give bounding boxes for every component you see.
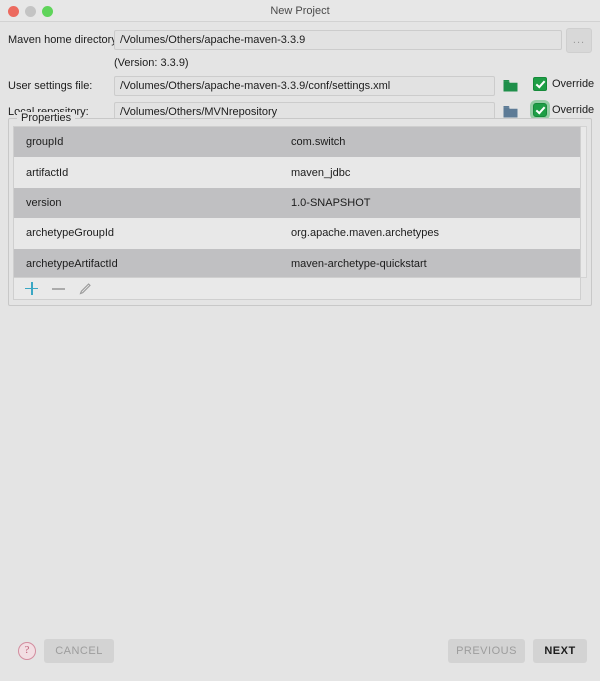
property-key: archetypeArtifactId xyxy=(26,257,118,270)
dialog-footer: ? CANCEL PREVIOUS NEXT xyxy=(0,630,600,681)
properties-table[interactable]: groupId com.switch artifactId maven_jdbcver… xyxy=(13,126,581,278)
window-title: New Project xyxy=(270,5,330,17)
property-value: maven-archetype-quickstart xyxy=(291,257,427,270)
maven-home-browse-button[interactable]: ... xyxy=(566,28,592,53)
user-settings-file-label: User settings file: xyxy=(8,80,93,92)
property-value: com.switch xyxy=(291,136,346,149)
property-value: maven_jdbc xyxy=(291,166,351,179)
properties-legend: Properties xyxy=(17,112,76,124)
properties-table-row[interactable]: groupId com.switch xyxy=(14,127,580,158)
properties-group-box: Properties groupId com.switch artifactId ma… xyxy=(8,112,592,306)
window-title-bar: New Project xyxy=(0,0,600,22)
properties-table-row[interactable]: archetypeGroupId org.apache.maven.archety… xyxy=(14,218,580,249)
local-repository-override-checkbox[interactable]: Override xyxy=(533,103,594,117)
maven-home-directory-label: Maven home directory: xyxy=(8,34,120,46)
properties-table-row[interactable]: archetypeArtifactId maven-archetype-quick… xyxy=(14,248,580,277)
property-key: version xyxy=(26,196,62,209)
user-settings-file-input[interactable]: /Volumes/Others/apache-maven-3.3.9/conf/… xyxy=(114,76,495,96)
property-key: archetypeGroupId xyxy=(26,227,115,240)
help-icon[interactable]: ? xyxy=(18,642,36,660)
properties-table-row[interactable]: version 1.0-SNAPSHOT xyxy=(14,187,580,219)
checkmark-icon xyxy=(533,103,547,117)
property-value: 1.0-SNAPSHOT xyxy=(291,196,371,209)
maven-version-row: (Version: 3.3.9) xyxy=(0,54,600,72)
property-key: artifactId xyxy=(26,166,69,179)
property-value: org.apache.maven.archetypes xyxy=(291,227,439,240)
folder-icon[interactable] xyxy=(503,79,518,92)
user-settings-override-checkbox[interactable]: Override xyxy=(533,77,594,91)
user-settings-override-label: Override xyxy=(552,78,595,90)
user-settings-file-row: User settings file: /Volumes/Others/apac… xyxy=(0,74,600,98)
local-repository-override-label: Override xyxy=(552,104,595,116)
maven-home-directory-row: Maven home directory: /Volumes/Others/ap… xyxy=(0,28,600,53)
minus-icon xyxy=(51,281,66,296)
checkmark-icon xyxy=(533,77,547,91)
properties-table-row[interactable]: artifactId maven_jdbc xyxy=(14,157,580,188)
plus-icon[interactable] xyxy=(24,281,39,296)
previous-button[interactable]: PREVIOUS xyxy=(448,639,525,663)
pencil-icon xyxy=(78,281,93,296)
maven-version-note: (Version: 3.3.9) xyxy=(114,57,189,69)
folder-icon[interactable] xyxy=(503,105,518,118)
properties-toolbar xyxy=(13,278,581,300)
property-key: groupId xyxy=(26,136,64,149)
cancel-button[interactable]: CANCEL xyxy=(44,639,114,663)
next-button[interactable]: NEXT xyxy=(533,639,587,663)
maven-home-directory-input[interactable]: /Volumes/Others/apache-maven-3.3.9 xyxy=(114,30,562,50)
